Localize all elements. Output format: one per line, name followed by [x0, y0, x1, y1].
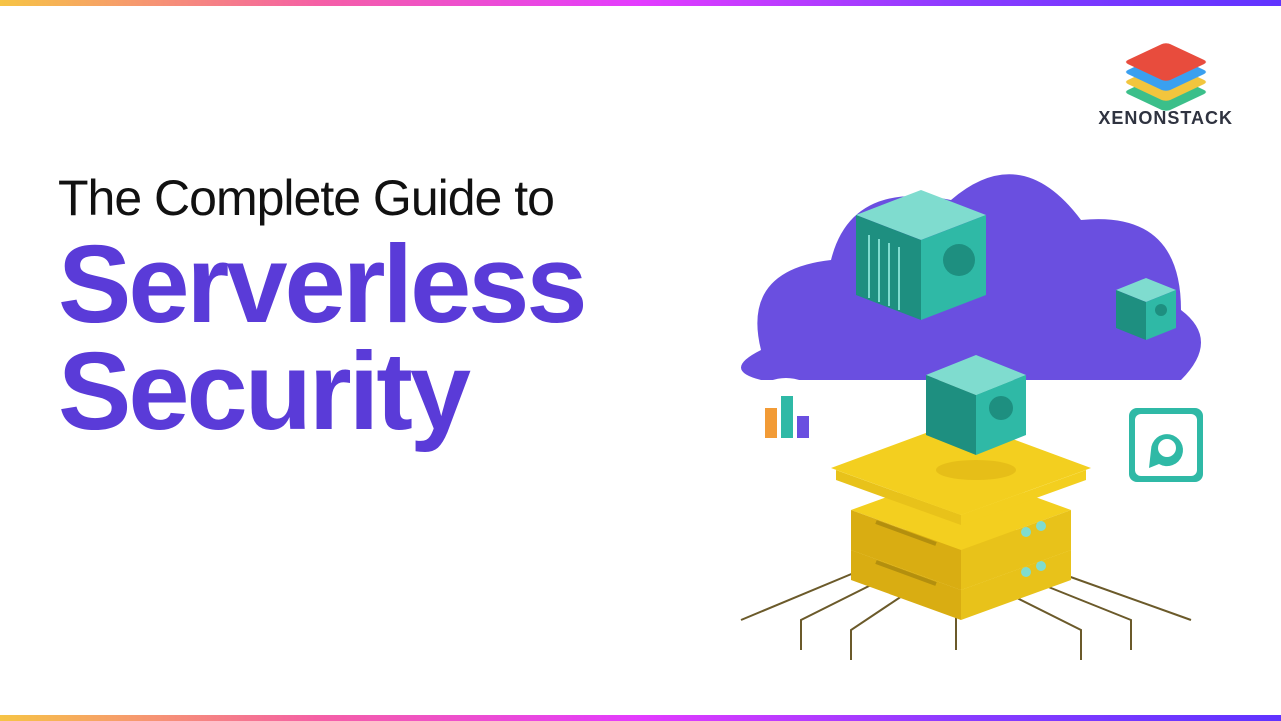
- brand-logo: XENONSTACK: [1098, 30, 1233, 129]
- server-cloud-illustration: [681, 150, 1241, 670]
- logo-stack-icon: [1125, 30, 1207, 100]
- headline-title-word-1: Serverless: [58, 223, 585, 346]
- cube-large-icon: [856, 190, 986, 320]
- headline-block: The Complete Guide to Serverless Securit…: [58, 172, 698, 446]
- content-layer: XENONSTACK The Complete Guide to Serverl…: [0, 0, 1281, 721]
- chart-badge-icon: [744, 378, 828, 462]
- chat-badge-icon: [1129, 408, 1203, 482]
- cube-top-icon: [926, 355, 1026, 455]
- headline-subtitle: The Complete Guide to: [58, 172, 698, 225]
- hero-banner: XENONSTACK The Complete Guide to Serverl…: [0, 0, 1281, 721]
- illustration-svg: [681, 150, 1241, 670]
- headline-title: Serverless Security: [58, 231, 698, 447]
- headline-title-word-2: Security: [58, 330, 468, 453]
- server-stack-icon: [831, 420, 1091, 620]
- cube-small-icon: [1116, 278, 1176, 340]
- brand-name: XENONSTACK: [1098, 108, 1233, 129]
- cube-shadow: [936, 460, 1016, 480]
